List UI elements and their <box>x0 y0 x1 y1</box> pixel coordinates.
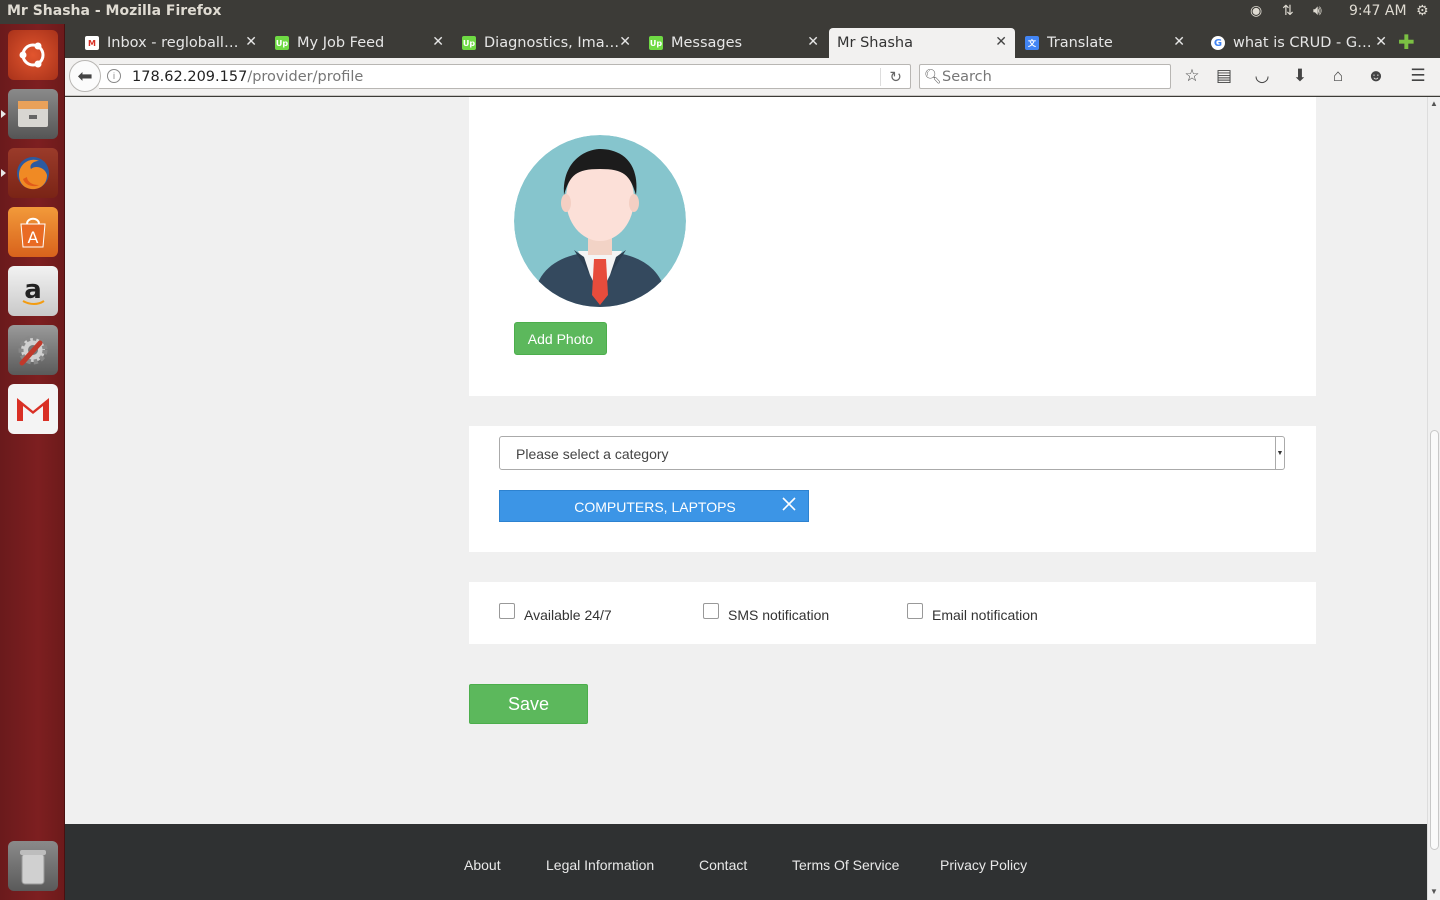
svg-text:a: a <box>24 275 42 305</box>
files-icon[interactable] <box>8 89 58 139</box>
category-card: Please select a category ▼ COMPUTERS, LA… <box>469 426 1316 552</box>
search-input[interactable] <box>942 67 1162 86</box>
running-indicator <box>1 110 6 118</box>
os-top-bar: Mr Shasha - Mozilla Firefox ◉ ⇅ 🔊︎ 9:47 … <box>0 0 1440 24</box>
trash-icon[interactable] <box>8 841 58 891</box>
amazon-icon[interactable]: a <box>8 266 58 316</box>
system-settings-icon[interactable] <box>8 325 58 375</box>
bookmark-star-icon[interactable]: ☆ <box>1181 67 1203 85</box>
category-select[interactable]: Please select a category ▼ <box>499 436 1285 470</box>
url-text[interactable]: 178.62.209.157/provider/profile <box>132 69 363 85</box>
page-viewport: Add Photo Please select a category ▼ COM… <box>65 97 1427 900</box>
scroll-down-arrow-icon[interactable]: ▼ <box>1430 887 1438 896</box>
tab-translate[interactable]: 文 Translate ✕ <box>1025 28 1193 58</box>
selected-category-tag: COMPUTERS, LAPTOPS <box>499 490 809 522</box>
checkbox-box[interactable] <box>907 603 923 619</box>
network-icon[interactable]: ◉ <box>1250 3 1262 19</box>
url-bar[interactable]: i 178.62.209.157/provider/profile ↻ <box>99 64 911 89</box>
download-arrow-icon[interactable]: ⬇ <box>1289 67 1311 85</box>
sms-notification-checkbox[interactable]: SMS notification <box>703 603 830 623</box>
footer-link-legal-information[interactable]: Legal Information <box>546 857 654 873</box>
unity-launcher: A a <box>0 24 65 900</box>
footer-link-privacy-policy[interactable]: Privacy Policy <box>940 857 1027 873</box>
notification-options-card: Available 24/7 SMS notification Email no… <box>469 582 1316 644</box>
window-title: Mr Shasha - Mozilla Firefox <box>7 3 222 19</box>
tab-gmail-inbox[interactable]: M Inbox - regloball… ✕ <box>85 28 265 58</box>
close-icon[interactable]: ✕ <box>619 34 631 50</box>
tab-label: Messages <box>671 35 743 51</box>
tab-messages[interactable]: Up Messages ✕ <box>649 28 827 58</box>
dropdown-caret-icon[interactable]: ▼ <box>1275 437 1284 469</box>
tab-label: Translate <box>1047 35 1113 51</box>
volume-icon[interactable]: 🔊︎ <box>1313 3 1322 19</box>
close-icon[interactable]: ✕ <box>995 34 1007 50</box>
transfer-icon[interactable]: ⇅ <box>1282 3 1294 19</box>
search-icon: 🔍︎ <box>924 68 942 84</box>
search-box[interactable]: 🔍︎ <box>919 64 1171 89</box>
url-host: 178.62.209.157 <box>132 69 248 85</box>
translate-icon: 文 <box>1025 36 1039 50</box>
upwork-icon: Up <box>649 36 663 50</box>
email-notification-checkbox[interactable]: Email notification <box>907 603 1038 623</box>
navigation-toolbar: i 178.62.209.157/provider/profile ↻ ⬅ 🔍︎… <box>65 58 1440 96</box>
tab-label: Mr Shasha <box>837 35 913 51</box>
tab-mr-shasha[interactable]: Mr Shasha ✕ <box>829 28 1015 58</box>
remove-tag-close-icon[interactable] <box>780 495 798 513</box>
tab-strip: M Inbox - regloball… ✕ Up My Job Feed ✕ … <box>65 24 1440 58</box>
url-path: /provider/profile <box>247 69 364 85</box>
tab-google-search[interactable]: G what is CRUD - G… ✕ <box>1211 28 1387 58</box>
page-scrollbar[interactable]: ▲ ▼ <box>1427 97 1440 900</box>
add-photo-button[interactable]: Add Photo <box>514 322 607 355</box>
tab-label: Diagnostics, Ima… <box>484 35 620 51</box>
close-icon[interactable]: ✕ <box>432 34 444 50</box>
footer-link-contact[interactable]: Contact <box>699 857 747 873</box>
running-indicator <box>1 169 6 177</box>
new-tab-plus-icon[interactable]: ✚ <box>1398 30 1415 55</box>
checkbox-label: SMS notification <box>728 607 830 623</box>
close-icon[interactable]: ✕ <box>245 34 257 50</box>
close-icon[interactable]: ✕ <box>807 34 819 50</box>
tab-label: what is CRUD - G… <box>1233 35 1372 51</box>
hamburger-menu-icon[interactable]: ☰ <box>1407 67 1429 85</box>
firefox-icon[interactable] <box>8 148 58 198</box>
gmail-app-icon[interactable] <box>8 384 58 434</box>
google-icon: G <box>1211 36 1225 50</box>
gmail-icon: M <box>85 36 99 50</box>
profile-photo-card: Add Photo <box>469 97 1316 396</box>
checkbox-box[interactable] <box>499 603 515 619</box>
category-placeholder: Please select a category <box>516 446 669 462</box>
checkbox-label: Available 24/7 <box>524 607 612 623</box>
tab-my-job-feed[interactable]: Up My Job Feed ✕ <box>275 28 452 58</box>
site-footer: About Legal Information Contact Terms Of… <box>65 824 1427 900</box>
available-24-7-checkbox[interactable]: Available 24/7 <box>499 603 612 623</box>
tab-label: My Job Feed <box>297 35 385 51</box>
footer-link-terms-of-service[interactable]: Terms Of Service <box>792 857 899 873</box>
upwork-icon: Up <box>462 36 476 50</box>
chat-smiley-icon[interactable]: ☻ <box>1365 67 1387 85</box>
system-gear-icon[interactable]: ⚙ <box>1416 3 1429 19</box>
avatar <box>514 135 686 307</box>
close-icon[interactable]: ✕ <box>1173 34 1185 50</box>
footer-link-about[interactable]: About <box>464 857 501 873</box>
upwork-icon: Up <box>275 36 289 50</box>
back-arrow-icon[interactable]: ⬅ <box>69 60 101 92</box>
scroll-up-arrow-icon[interactable]: ▲ <box>1430 99 1438 108</box>
checkbox-box[interactable] <box>703 603 719 619</box>
ubuntu-dash-icon[interactable] <box>8 30 58 80</box>
pocket-icon[interactable]: ◡ <box>1251 67 1273 85</box>
close-icon[interactable]: ✕ <box>1375 34 1387 50</box>
reload-icon[interactable]: ↻ <box>880 68 902 86</box>
home-icon[interactable]: ⌂ <box>1327 67 1349 85</box>
tag-label: COMPUTERS, LAPTOPS <box>574 499 736 515</box>
tab-diagnostics[interactable]: Up Diagnostics, Ima… ✕ <box>462 28 639 58</box>
reading-list-icon[interactable]: ▤ <box>1213 67 1235 85</box>
site-info-icon[interactable]: i <box>107 69 121 83</box>
save-button[interactable]: Save <box>469 684 588 724</box>
software-center-icon[interactable]: A <box>8 207 58 257</box>
scrollbar-thumb[interactable] <box>1430 430 1439 850</box>
svg-text:A: A <box>28 228 39 247</box>
checkbox-label: Email notification <box>932 607 1038 623</box>
tab-label: Inbox - regloball… <box>107 35 239 51</box>
clock[interactable]: 9:47 AM <box>1349 3 1407 19</box>
